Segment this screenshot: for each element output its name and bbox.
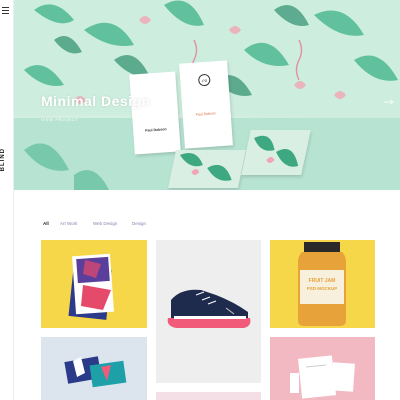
filter-web-design[interactable]: Web Design bbox=[93, 221, 117, 226]
jam-jar-image bbox=[298, 242, 346, 326]
sidebar: BLIND bbox=[0, 0, 14, 400]
business-card-right: PD Paul Dobson bbox=[179, 60, 233, 149]
portfolio-item-jam-jar[interactable]: FRUIT JAM PSD MOCKUP bbox=[270, 240, 375, 328]
arrow-right-icon[interactable] bbox=[384, 99, 394, 105]
portfolio-item-sneaker[interactable] bbox=[156, 240, 261, 383]
view-project-link[interactable]: VIEW PROJECT bbox=[41, 117, 78, 122]
patterned-card-left bbox=[167, 150, 247, 188]
card-monogram-badge: PD bbox=[197, 73, 211, 87]
patterned-card-left-art bbox=[179, 153, 232, 181]
filter-all[interactable]: All bbox=[43, 221, 49, 226]
filter-design[interactable]: Design bbox=[132, 221, 146, 226]
filter-art-work[interactable]: Art Work bbox=[60, 221, 77, 226]
jar-label-main: PSD MOCKUP bbox=[306, 286, 338, 291]
patterned-card-right-art bbox=[254, 135, 299, 167]
hero-title: Minimal Design bbox=[41, 93, 151, 109]
card-stack-image bbox=[68, 253, 114, 320]
colorful-cards-image bbox=[64, 356, 127, 388]
hamburger-menu-icon[interactable] bbox=[2, 7, 11, 15]
portfolio-item-cards-blue[interactable] bbox=[41, 337, 147, 400]
card-monogram: PD bbox=[202, 78, 208, 84]
jar-label-top: FRUIT JAM bbox=[308, 278, 336, 284]
hero-banner: Paul Dobson PD Paul Dobson Minimal Desig… bbox=[14, 0, 400, 190]
patterned-card-right bbox=[241, 130, 311, 175]
brand-logo[interactable]: BLIND bbox=[0, 148, 14, 171]
card-right-name: Paul Dobson bbox=[195, 111, 216, 117]
portfolio-item-cards-yellow[interactable] bbox=[41, 240, 147, 328]
card-left-name: Paul Dobson bbox=[145, 127, 167, 133]
business-card-left: Paul Dobson bbox=[129, 71, 181, 155]
portfolio-item-light[interactable] bbox=[156, 392, 261, 400]
portfolio-item-stationery-pink[interactable] bbox=[270, 337, 375, 400]
stationery-image bbox=[290, 355, 355, 399]
sneaker-image bbox=[167, 289, 251, 328]
